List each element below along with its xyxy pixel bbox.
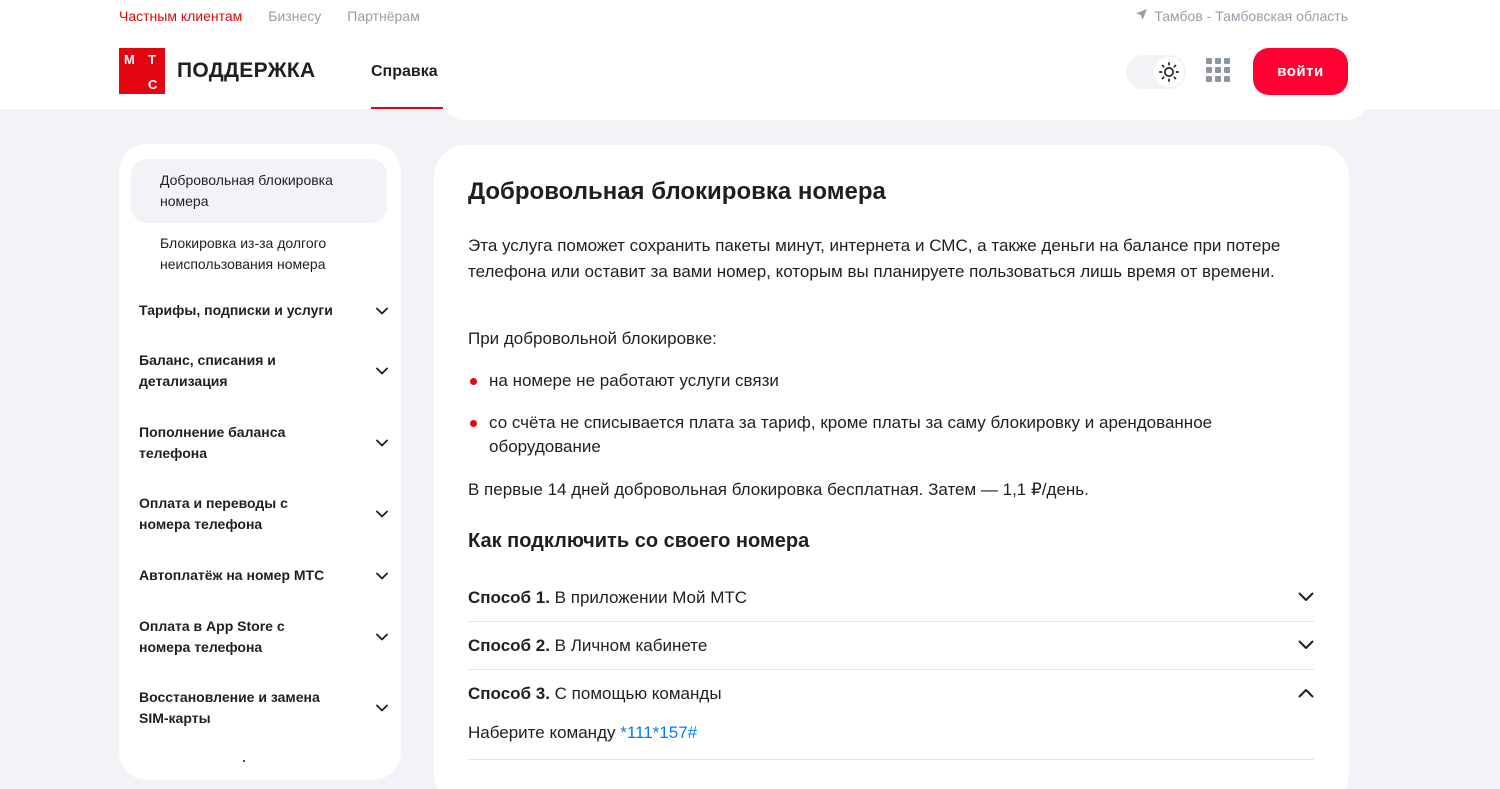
help-sidebar: Добровольная блокировка номера Блокировк… <box>119 144 401 780</box>
logo-letter-t: Т <box>148 52 156 67</box>
logo-text: ПОДДЕРЖКА <box>177 59 316 82</box>
chevron-down-icon <box>375 701 389 715</box>
logo-letter-m: М <box>124 52 135 67</box>
list-item: со счёта не списывается плата за тариф, … <box>468 411 1318 459</box>
chevron-down-icon <box>375 507 389 521</box>
article-title: Добровольная блокировка номера <box>468 178 886 205</box>
sidebar-subitem-label: Блокировка из-за долгого неиспользования… <box>160 235 327 272</box>
article-pricing: В первые 14 дней добровольная блокировка… <box>468 480 1089 499</box>
accordion-method-3-body: Наберите команду *111*157# <box>468 723 1314 760</box>
sidebar-subitem-inactivity-block[interactable]: Блокировка из-за долгого неиспользования… <box>131 222 387 286</box>
sidebar-category-autopay[interactable]: Автоплатёж на номер МТС <box>139 565 389 586</box>
chevron-down-icon <box>375 569 389 583</box>
chevron-down-icon <box>1298 637 1314 655</box>
segment-business-link[interactable]: Бизнесу <box>268 8 321 24</box>
method-text: В Личном кабинете <box>554 635 708 655</box>
sidebar-category-balance[interactable]: Баланс, списания и детализация <box>139 350 389 392</box>
sidebar-category-tariffs[interactable]: Тарифы, подписки и услуги <box>139 300 389 321</box>
sidebar-category-label: Баланс, списания и детализация <box>139 352 276 389</box>
nav-active-indicator <box>371 107 443 109</box>
mts-logo-mark: М Т С <box>119 48 165 94</box>
list-item-text: со счёта не списывается плата за тариф, … <box>489 413 1213 456</box>
command-prefix: Наберите команду <box>468 723 621 742</box>
chevron-down-icon <box>375 630 389 644</box>
accordion-title: Способ 3. С помощью команды <box>468 684 722 704</box>
method-number: Способ 3. <box>468 684 555 703</box>
bullet-dot <box>470 420 477 427</box>
accordion-method-3[interactable]: Способ 3. С помощью команды <box>468 670 1314 718</box>
accordion-title: Способ 2. В Личном кабинете <box>468 636 707 656</box>
sidebar-category-top-up[interactable]: Пополнение баланса телефона <box>139 422 389 464</box>
chevron-down-icon <box>375 436 389 450</box>
mts-support-logo[interactable]: М Т С ПОДДЕРЖКА <box>119 48 315 94</box>
previous-card-edge <box>440 96 1370 120</box>
main-nav: Справка <box>371 0 443 109</box>
accordion-method-1[interactable]: Способ 1. В приложении Мой МТС <box>468 574 1314 622</box>
sidebar-overflow-dot <box>243 760 245 762</box>
sidebar-category-payments[interactable]: Оплата и переводы с номера телефона <box>139 493 389 535</box>
method-number: Способ 2. <box>468 635 555 655</box>
accordion-title: Способ 1. В приложении Мой МТС <box>468 588 747 608</box>
article-card: Добровольная блокировка номера Эта услуг… <box>434 145 1349 789</box>
sidebar-category-label: Восстановление и замена SIM-карты <box>139 689 320 726</box>
site-header: Частным клиентам Бизнесу Партнёрам Тамбо… <box>0 0 1500 109</box>
list-item: на номере не работают услуги связи <box>468 369 1318 393</box>
sidebar-subitem-voluntary-block[interactable]: Добровольная блокировка номера <box>131 159 387 223</box>
article-lead: При добровольной блокировке: <box>468 329 717 348</box>
logo-letter-s: С <box>148 77 158 92</box>
accordion-method-2[interactable]: Способ 2. В Личном кабинете <box>468 622 1314 670</box>
location-arrow-icon <box>1135 8 1148 24</box>
article-intro: Эта услуга поможет сохранить пакеты мину… <box>468 236 1281 281</box>
theme-toggle[interactable] <box>1126 55 1186 89</box>
apps-grid-icon[interactable] <box>1206 58 1230 82</box>
sidebar-category-label: Оплата в App Store с номера телефона <box>139 618 285 655</box>
nav-item-help-label: Справка <box>371 63 438 80</box>
sidebar-category-sim[interactable]: Восстановление и замена SIM-карты <box>139 687 389 729</box>
region-label: Тамбов - Тамбовская область <box>1154 8 1348 24</box>
chevron-down-icon <box>1298 589 1314 607</box>
sidebar-category-label: Оплата и переводы с номера телефона <box>139 495 288 532</box>
sidebar-subitem-label: Добровольная блокировка номера <box>160 172 333 209</box>
chevron-up-icon <box>1298 685 1314 703</box>
method-text: В приложении Мой МТС <box>554 587 748 607</box>
chevron-down-icon <box>375 364 389 378</box>
chevron-down-icon <box>375 304 389 318</box>
ussd-command-link[interactable]: *111*157# <box>620 723 697 742</box>
section-title: Как подключить со своего номера <box>468 530 810 552</box>
list-item-text: на номере не работают услуги связи <box>489 371 779 390</box>
segment-private-clients-link[interactable]: Частным клиентам <box>119 8 242 24</box>
sidebar-category-label: Пополнение баланса телефона <box>139 424 286 461</box>
login-button[interactable]: войти <box>1253 48 1348 95</box>
sidebar-category-label: Тарифы, подписки и услуги <box>139 302 333 318</box>
region-selector[interactable]: Тамбов - Тамбовская область <box>1135 8 1348 24</box>
method-number: Способ 1. <box>468 587 555 607</box>
sun-icon <box>1154 57 1184 87</box>
nav-item-help[interactable]: Справка <box>371 0 443 109</box>
bullet-dot <box>470 378 477 385</box>
method-text: С помощью команды <box>554 684 722 703</box>
sidebar-category-label: Автоплатёж на номер МТС <box>139 567 325 583</box>
sidebar-category-app-store[interactable]: Оплата в App Store с номера телефона <box>139 616 389 658</box>
